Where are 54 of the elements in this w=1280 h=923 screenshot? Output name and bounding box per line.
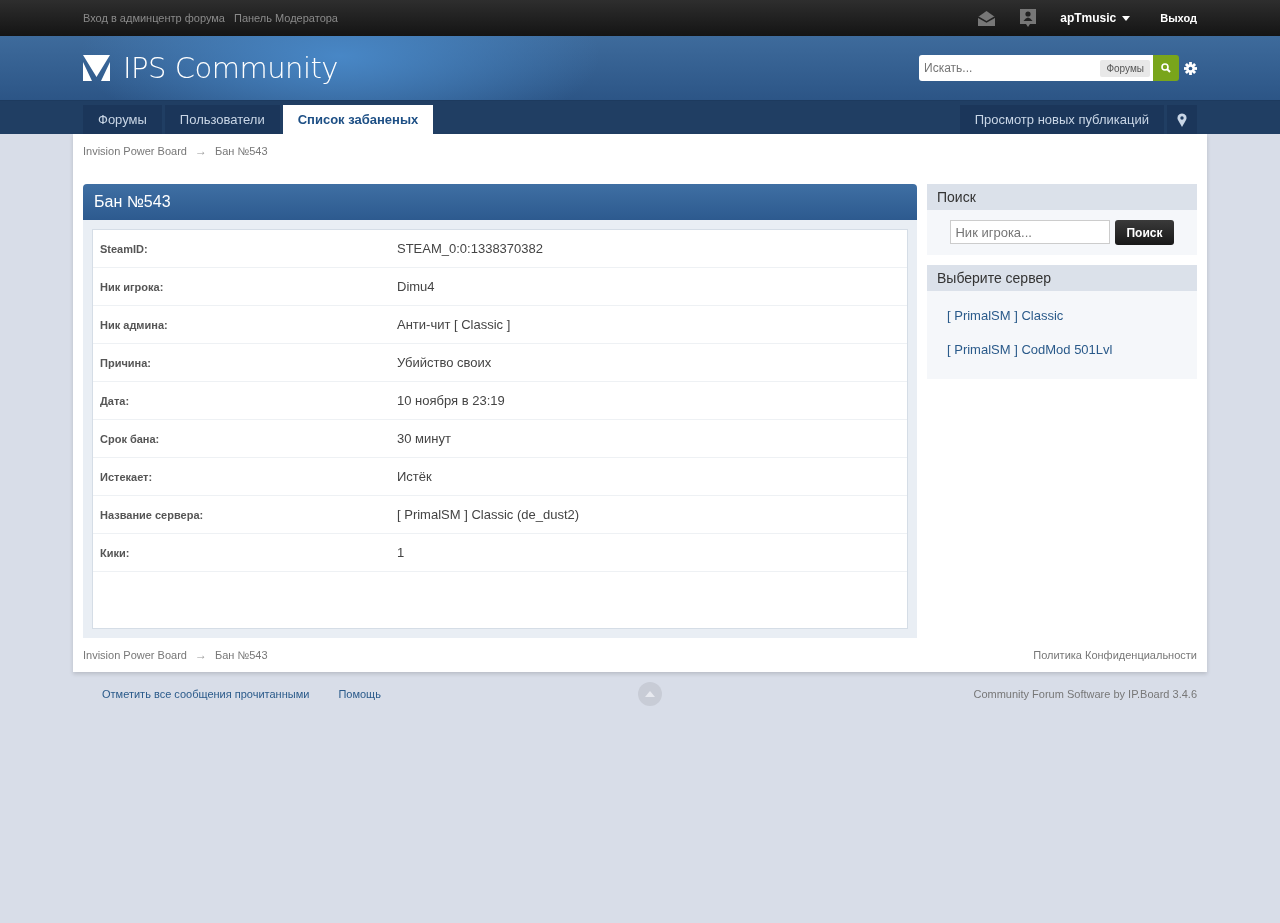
breadcrumb-arrow: → [194,648,207,662]
field-label: Дата: [99,394,131,407]
ban-title: Бан №543 [83,184,917,220]
field-label: Причина: [99,356,152,369]
field-value: 10 ноября в 23:19 [397,393,505,408]
search-icon [1161,63,1171,73]
field-label: Ник админа: [99,318,169,331]
nav-tab[interactable]: Пользователи [164,105,280,134]
field-label: Истекает: [99,470,154,483]
new-posts-tab[interactable]: Просмотр новых публикаций [959,105,1164,134]
server-link[interactable]: [ PrimalSM ] CodMod 501Lvl [947,342,1177,357]
search-button[interactable] [1153,55,1179,81]
field-label: Ник игрока: [99,280,165,293]
logo-icon [83,55,110,81]
search-field[interactable]: Искать... Форумы [919,55,1153,81]
caret-icon [1122,15,1131,21]
search-scope[interactable]: Форумы [1100,59,1150,77]
footer-link[interactable]: Отметить все сообщения прочитанными [102,688,310,700]
field-value: 1 [397,545,405,560]
search-button[interactable]: Поиск [1115,220,1174,245]
nav-tab[interactable]: Список забаненых [282,105,434,134]
breadcrumb-link[interactable]: Invision Power Board [83,145,187,157]
envelope-icon[interactable] [977,9,997,27]
server-link[interactable]: [ PrimalSM ] Classic [947,308,1177,323]
field-label: Название сервера: [99,508,205,521]
top-link[interactable]: Вход в админцентр форума [83,12,225,24]
sidebar-heading: Выберите сервер [927,265,1197,291]
field-value: Убийство своих [397,355,492,370]
top-link[interactable]: Панель Модератора [233,12,338,24]
footer-link[interactable]: Помощь [338,688,381,700]
field-value: Dimu4 [397,279,435,294]
credit-text: Community Forum Software by IP.Board 3.4.6 [972,688,1197,700]
field-label: Срок бана: [99,432,161,445]
player-name-field[interactable]: Ник игрока... [950,220,1111,244]
logo-text: IPS Community [123,51,338,85]
user-menu[interactable]: apTmusic [1060,11,1131,25]
privacy-link[interactable]: Политика Конфиденциальности [1033,649,1197,661]
field-value: 30 минут [397,431,451,446]
contact-card-icon[interactable] [1020,9,1037,27]
field-label: SteamID: [99,242,149,255]
sidebar-heading: Поиск [927,184,1197,210]
settings-icon[interactable] [1184,61,1197,75]
field-value: Анти-чит [ Classic ] [397,317,511,332]
field-value: STEAM_0:0:1338370382 [397,241,543,256]
field-value: [ PrimalSM ] Classic (de_dust2) [397,507,580,522]
nav-tab[interactable]: Форумы [83,105,162,134]
field-value: Истёк [397,469,432,484]
breadcrumb-link[interactable]: Invision Power Board [83,649,187,661]
breadcrumb-current: Бан №543 [214,649,268,661]
breadcrumb-current: Бан №543 [214,145,268,157]
breadcrumb-arrow: → [194,144,207,158]
logout-link[interactable]: Выход [1160,12,1197,24]
map-pin-icon[interactable] [1167,105,1197,134]
field-label: Кики: [99,546,131,559]
